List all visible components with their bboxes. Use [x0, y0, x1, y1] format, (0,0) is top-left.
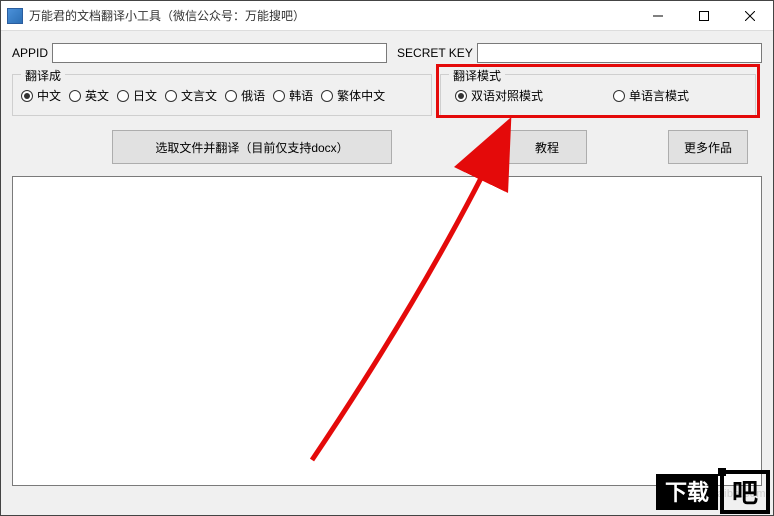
select-file-button-label: 选取文件并翻译（目前仅支持docx） [155, 139, 348, 156]
title-left: 万能君的文档翻译小工具（微信公众号：万能搜吧） [1, 7, 305, 24]
lang-radio-4[interactable]: 俄语 [225, 87, 265, 104]
tutorial-button[interactable]: 教程 [507, 130, 587, 164]
minimize-button[interactable] [635, 1, 681, 30]
group-translate-mode: 翻译模式 双语对照模式单语言模式 [440, 74, 756, 116]
lang-radio-label: 文言文 [181, 87, 217, 104]
more-works-button-label: 更多作品 [684, 139, 732, 156]
titlebar: 万能君的文档翻译小工具（微信公众号：万能搜吧） [1, 1, 773, 31]
secret-input[interactable] [477, 43, 762, 63]
radio-icon [455, 90, 467, 102]
radio-icon [117, 90, 129, 102]
app-icon [7, 8, 23, 24]
client-area: APPID SECRET KEY 翻译成 中文 英文 日文 文言文 俄语 韩语 繁体中文 翻… [2, 32, 772, 514]
lang-radio-1[interactable]: 英文 [69, 87, 109, 104]
lang-radio-row: 中文 英文 日文 文言文 俄语 韩语 繁体中文 [21, 87, 423, 104]
group-translate-to-legend: 翻译成 [21, 67, 65, 84]
maximize-button[interactable] [681, 1, 727, 30]
lang-radio-5[interactable]: 韩语 [273, 87, 313, 104]
app-window: 万能君的文档翻译小工具（微信公众号：万能搜吧） APPID SECRET KEY… [0, 0, 774, 516]
lang-radio-label: 中文 [37, 87, 61, 104]
lang-radio-label: 韩语 [289, 87, 313, 104]
appid-input[interactable] [52, 43, 387, 63]
lang-radio-2[interactable]: 日文 [117, 87, 157, 104]
lang-radio-3[interactable]: 文言文 [165, 87, 217, 104]
radio-icon [225, 90, 237, 102]
lang-radio-label: 繁体中文 [337, 87, 385, 104]
more-works-button[interactable]: 更多作品 [668, 130, 748, 164]
lang-radio-label: 英文 [85, 87, 109, 104]
select-file-button[interactable]: 选取文件并翻译（目前仅支持docx） [112, 130, 392, 164]
output-textarea[interactable] [12, 176, 762, 486]
window-title: 万能君的文档翻译小工具（微信公众号：万能搜吧） [29, 7, 305, 24]
mode-radio-1[interactable]: 单语言模式 [613, 87, 689, 104]
appid-label: APPID [12, 46, 48, 60]
close-button[interactable] [727, 1, 773, 30]
radio-icon [321, 90, 333, 102]
lang-radio-0[interactable]: 中文 [21, 87, 61, 104]
mode-radio-label: 单语言模式 [629, 87, 689, 104]
secret-label: SECRET KEY [397, 46, 473, 60]
group-translate-mode-legend: 翻译模式 [449, 67, 505, 84]
radio-icon [613, 90, 625, 102]
radio-icon [21, 90, 33, 102]
mode-radio-row: 双语对照模式 单语言模式 [455, 87, 745, 104]
mode-radio-0[interactable]: 双语对照模式 [455, 87, 543, 104]
radio-icon [69, 90, 81, 102]
radio-icon [165, 90, 177, 102]
credentials-row: APPID SECRET KEY [12, 42, 762, 64]
lang-radio-label: 日文 [133, 87, 157, 104]
group-translate-to: 翻译成 中文英文日文文言文俄语韩语繁体中文 [12, 74, 432, 116]
radio-icon [273, 90, 285, 102]
tutorial-button-label: 教程 [535, 139, 559, 156]
lang-radio-label: 俄语 [241, 87, 265, 104]
watermark-text: www.xiazaiba.com [668, 488, 766, 500]
lang-radio-6[interactable]: 繁体中文 [321, 87, 385, 104]
window-controls [635, 1, 773, 30]
mode-radio-label: 双语对照模式 [471, 87, 543, 104]
